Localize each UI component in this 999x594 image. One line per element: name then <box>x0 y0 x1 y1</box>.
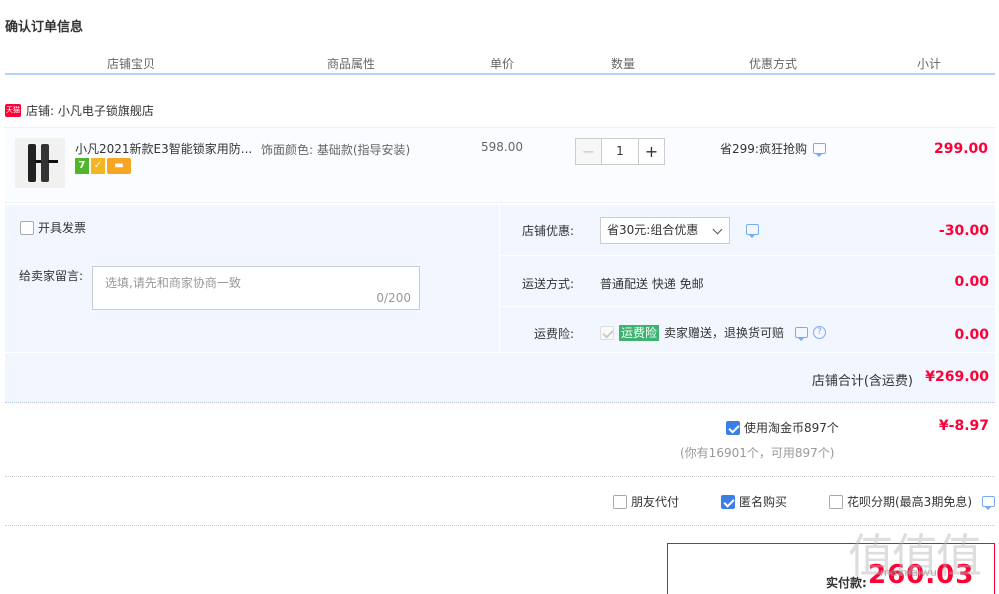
chevron-down-icon <box>712 224 723 235</box>
options-right: 店铺优惠: 省30元:组合优惠 -30.00 运送方式: 普通配送 快递 免邮 … <box>500 205 995 352</box>
friend-pay-checkbox[interactable] <box>613 494 627 509</box>
taojinbi-label: 使用淘金币897个 <box>744 421 839 435</box>
invoice-row: 开具发票 <box>5 205 498 247</box>
taojinbi-balance: (你有16901个，可用897个) <box>680 446 835 460</box>
header-col-quantity: 数量 <box>611 57 636 71</box>
options-left: 开具发票 给卖家留言: 选填,请先和商家协商一致 0/200 <box>5 205 498 352</box>
shop-total-row: 店铺合计(含运费) ¥269.00 <box>5 353 995 403</box>
shipping-amount: 0.00 <box>954 274 989 290</box>
insurance-tag: 运费险 <box>619 324 660 341</box>
seller-message-placeholder: 选填,请先和商家协商一致 <box>105 276 241 290</box>
order-item-row: 小凡2021新款E3智能锁家用防... 7 ✓ ▬ 饰面颜色: 基础款(指导安装… <box>5 127 995 203</box>
tmall-icon: 天猫 <box>5 103 21 117</box>
friend-pay-option[interactable]: 朋友代付 <box>613 493 679 510</box>
shop-total-label: 店铺合计(含运费) <box>811 374 913 389</box>
product-name-link[interactable]: 小凡2021新款E3智能锁家用防... <box>75 140 255 157</box>
credit-card-icon[interactable]: ▬ <box>107 158 131 174</box>
comment-icon[interactable] <box>795 327 809 341</box>
taojinbi-row: 使用淘金币897个 (你有16901个，可用897个) ¥-8.97 <box>5 405 995 477</box>
invoice-checkbox[interactable] <box>20 220 34 235</box>
comment-icon[interactable] <box>812 143 826 157</box>
insurance-label: 运费险: <box>533 327 574 341</box>
seller-message-counter: 0/200 <box>376 291 411 305</box>
order-options: 开具发票 给卖家留言: 选填,请先和商家协商一致 0/200 店铺优惠: 省30… <box>5 205 995 352</box>
service-badges: 7 ✓ ▬ <box>75 158 131 174</box>
invoice-label-text: 开具发票 <box>38 221 87 235</box>
page-title: 确认订单信息 <box>5 20 84 35</box>
quantity-decrease-button[interactable]: − <box>575 138 602 165</box>
guarantee-shield-icon[interactable]: ✓ <box>91 158 105 174</box>
invoice-checkbox-label[interactable]: 开具发票 <box>20 219 86 236</box>
quantity-stepper: − 1 + <box>575 138 665 165</box>
header-col-attribute: 商品属性 <box>327 57 376 71</box>
seller-message-area: 给卖家留言: 选填,请先和商家协商一致 0/200 <box>5 250 498 352</box>
quantity-increase-button[interactable]: + <box>638 138 665 165</box>
watermark-text: maimaiwu <box>880 566 937 579</box>
seller-message-input[interactable]: 选填,请先和商家协商一致 0/200 <box>92 266 420 310</box>
shipping-row: 运送方式: 普通配送 快递 免邮 0.00 <box>500 255 995 303</box>
header-col-promotion: 优惠方式 <box>749 57 798 71</box>
extra-options-row: 朋友代付 匿名购买 花呗分期(最高3期免息) <box>5 478 995 526</box>
header-divider <box>5 73 995 75</box>
product-attribute: 饰面颜色: 基础款(指导安装) <box>261 143 411 157</box>
header-col-price: 单价 <box>490 57 515 71</box>
anonymous-purchase-label: 匿名购买 <box>739 495 788 509</box>
friend-pay-label: 朋友代付 <box>631 495 680 509</box>
insurance-text: 卖家赠送，退换货可赔 <box>664 326 785 340</box>
insurance-option: 运费险 卖家赠送，退换货可赔 ? <box>600 324 827 341</box>
quantity-input[interactable]: 1 <box>602 138 638 165</box>
shop-discount-select[interactable]: 省30元:组合优惠 <box>600 217 730 244</box>
insurance-amount: 0.00 <box>954 327 989 343</box>
shop-row: 天猫 店铺: 小凡电子锁旗舰店 <box>5 100 154 120</box>
shop-discount-amount: -30.00 <box>938 223 989 239</box>
taojinbi-amount: ¥-8.97 <box>938 418 989 434</box>
huabei-installment-label: 花呗分期(最高3期免息) <box>847 495 972 509</box>
taojinbi-checkbox[interactable] <box>726 420 740 435</box>
huabei-installment-option[interactable]: 花呗分期(最高3期免息) <box>829 493 995 510</box>
insurance-checkbox <box>600 325 614 340</box>
shop-discount-label: 店铺优惠: <box>521 224 574 238</box>
huabei-installment-checkbox[interactable] <box>829 494 843 509</box>
item-subtotal: 299.00 <box>933 141 988 157</box>
seven-day-return-icon[interactable]: 7 <box>75 158 89 174</box>
header-col-item: 店铺宝贝 <box>107 57 156 71</box>
item-promotion: 省299:疯狂抢购 <box>720 140 826 157</box>
unit-price: 598.00 <box>481 140 523 154</box>
shop-name[interactable]: 店铺: 小凡电子锁旗舰店 <box>26 102 154 119</box>
table-header: 店铺宝贝 商品属性 单价 数量 优惠方式 小计 <box>5 52 995 74</box>
help-icon[interactable]: ? <box>813 326 827 339</box>
taojinbi-checkbox-label[interactable]: 使用淘金币897个 <box>726 419 839 436</box>
comment-icon[interactable] <box>982 496 995 510</box>
header-col-subtotal: 小计 <box>917 57 942 71</box>
comment-icon[interactable] <box>746 224 759 238</box>
insurance-row: 运费险: 运费险 卖家赠送，退换货可赔 ? 0.00 <box>500 306 995 354</box>
anonymous-purchase-checkbox[interactable] <box>721 494 735 509</box>
product-thumbnail[interactable] <box>15 138 65 188</box>
seller-message-label: 给卖家留言: <box>19 269 84 283</box>
shipping-label: 运送方式: <box>521 277 574 291</box>
anonymous-purchase-option[interactable]: 匿名购买 <box>721 493 787 510</box>
shop-discount-selected: 省30元:组合优惠 <box>607 223 699 237</box>
shop-discount-row: 店铺优惠: 省30元:组合优惠 -30.00 <box>500 205 995 253</box>
promotion-text: 省299:疯狂抢购 <box>720 142 807 156</box>
shop-total-amount: ¥269.00 <box>925 369 989 385</box>
shipping-value: 普通配送 快递 免邮 <box>600 277 704 291</box>
